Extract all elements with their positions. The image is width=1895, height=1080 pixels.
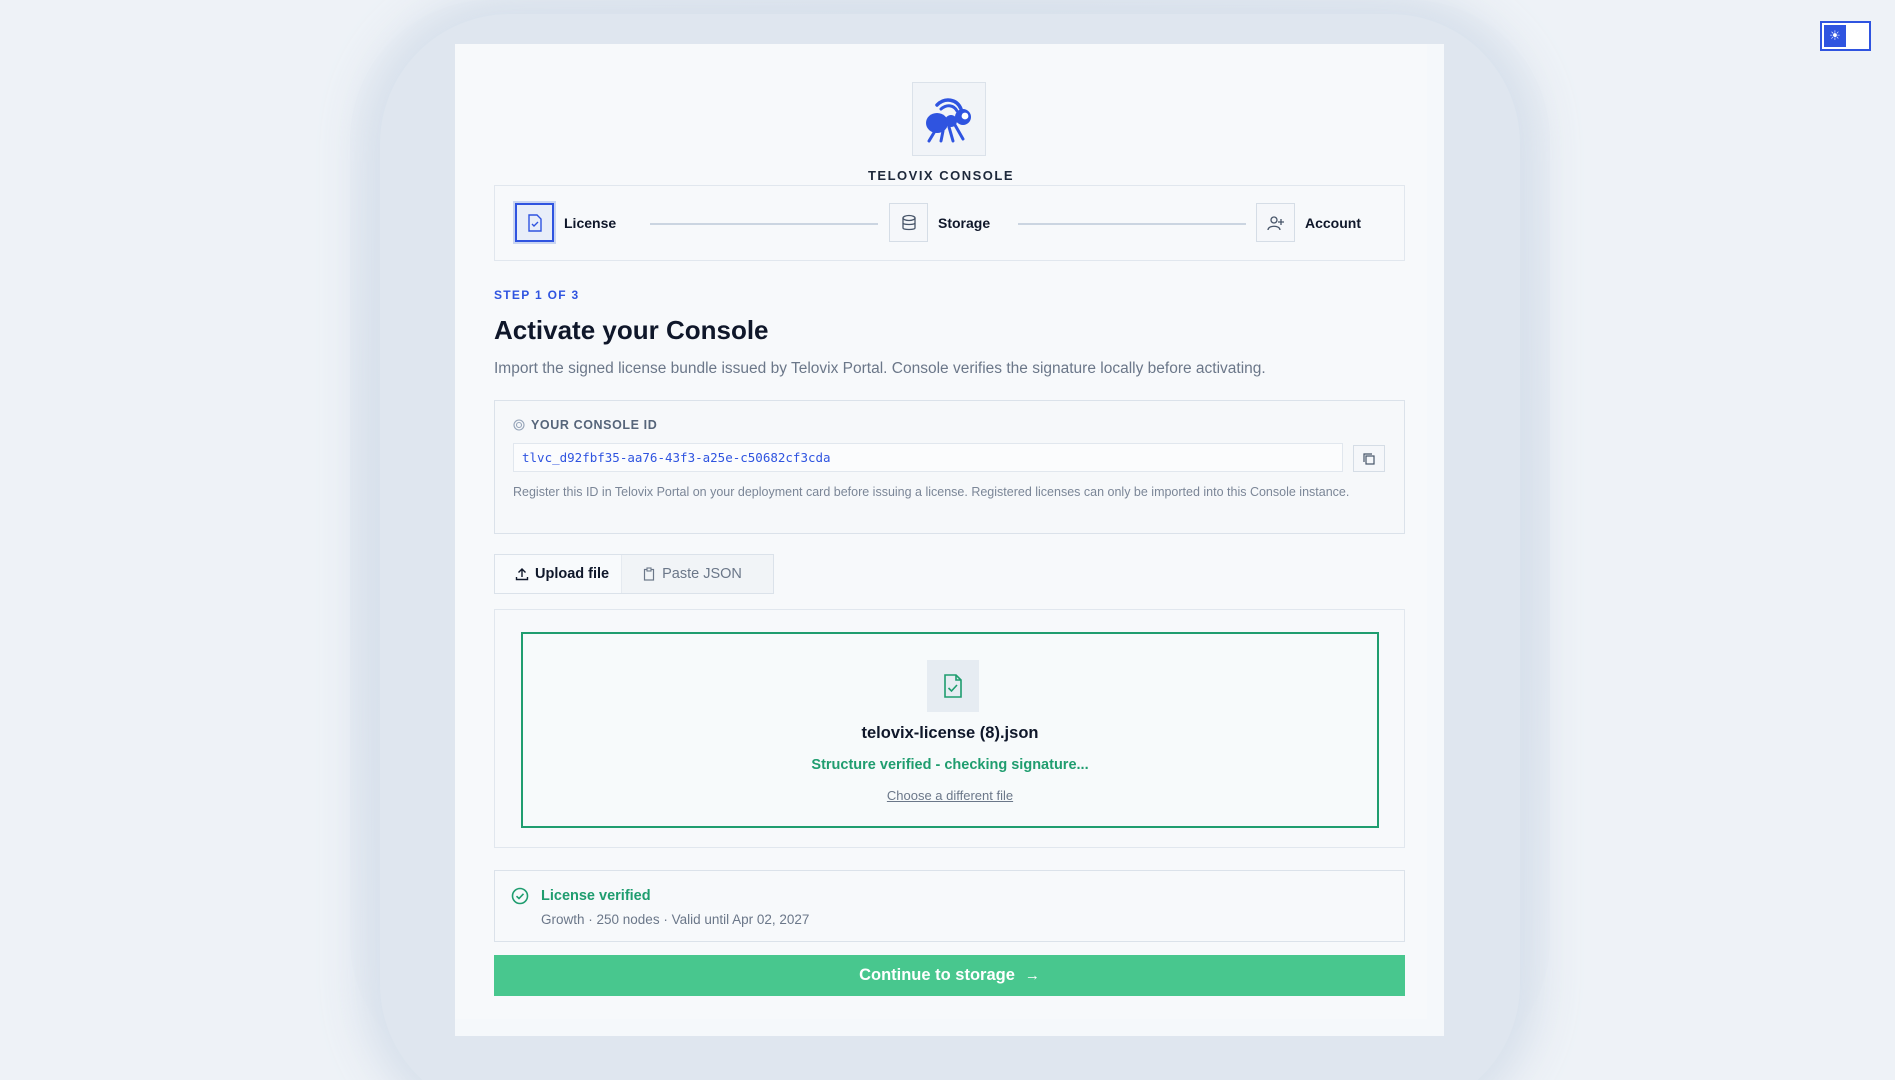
upload-panel: telovix-license (8).json Structure verif…	[494, 609, 1405, 848]
console-id-panel: YOUR CONSOLE ID tlvc_d92fbf35-aa76-43f3-…	[494, 400, 1405, 534]
database-icon	[889, 203, 928, 242]
step-label: Account	[1305, 214, 1361, 231]
step-label: License	[564, 214, 617, 231]
page-title: Activate your Console	[494, 315, 769, 345]
console-id-label: YOUR CONSOLE ID	[513, 418, 657, 432]
step-connector	[1018, 223, 1246, 225]
upload-icon	[515, 567, 529, 581]
continue-to-storage-button[interactable]: Continue to storage →	[494, 955, 1405, 996]
step-kicker: STEP 1 OF 3	[494, 288, 580, 302]
verified-title: License verified	[541, 888, 651, 904]
copy-icon	[1362, 452, 1376, 466]
setup-stepper: License Storage Account	[494, 185, 1405, 261]
file-check-icon	[515, 203, 554, 242]
sun-icon: ☀	[1824, 25, 1846, 47]
import-method-tabs: Upload file Paste JSON	[494, 554, 774, 594]
continue-button-label: Continue to storage	[859, 966, 1015, 984]
step-account[interactable]: Account	[1256, 203, 1361, 242]
tab-label: Upload file	[535, 566, 610, 582]
clipboard-icon	[642, 567, 656, 581]
ant-logo-icon	[912, 82, 986, 156]
theme-toggle[interactable]: ☀	[1820, 21, 1871, 51]
page-subtitle: Import the signed license bundle issued …	[494, 360, 1266, 377]
step-connector	[650, 223, 878, 225]
console-id-help: Register this ID in Telovix Portal on yo…	[513, 485, 1350, 499]
step-label: Storage	[938, 214, 991, 231]
tab-upload-file[interactable]: Upload file	[495, 555, 623, 593]
console-id-label-text: YOUR CONSOLE ID	[531, 418, 658, 432]
console-id-field[interactable]: tlvc_d92fbf35-aa76-43f3-a25e-c50682cf3cd…	[513, 443, 1343, 472]
license-details: Growth · 250 nodes · Valid until Apr 02,…	[541, 912, 810, 927]
brand-name: TELOVIX CONSOLE	[867, 168, 1014, 183]
step-license[interactable]: License	[515, 203, 616, 242]
step-storage[interactable]: Storage	[889, 203, 990, 242]
file-dropzone[interactable]: telovix-license (8).json Structure verif…	[521, 632, 1379, 828]
setup-card-body: TELOVIX CONSOLE License Storage Account …	[455, 44, 1427, 1019]
setup-card: TELOVIX CONSOLE License Storage Account …	[455, 44, 1444, 1036]
upload-status: Structure verified - checking signature.…	[811, 757, 1089, 773]
arrow-right-icon: →	[1024, 967, 1040, 984]
uploaded-file-name: telovix-license (8).json	[861, 724, 1039, 742]
license-verified-panel: License verified Growth · 250 nodes · Va…	[494, 870, 1405, 942]
choose-different-file-link[interactable]: Choose a different file	[523, 788, 1377, 803]
tab-paste-json[interactable]: Paste JSON	[622, 555, 754, 593]
tab-label: Paste JSON	[662, 566, 742, 582]
check-circle-icon	[511, 887, 529, 910]
fingerprint-icon	[513, 419, 525, 431]
user-plus-icon	[1256, 203, 1295, 242]
file-check-icon	[927, 660, 979, 712]
copy-button[interactable]	[1353, 445, 1385, 472]
